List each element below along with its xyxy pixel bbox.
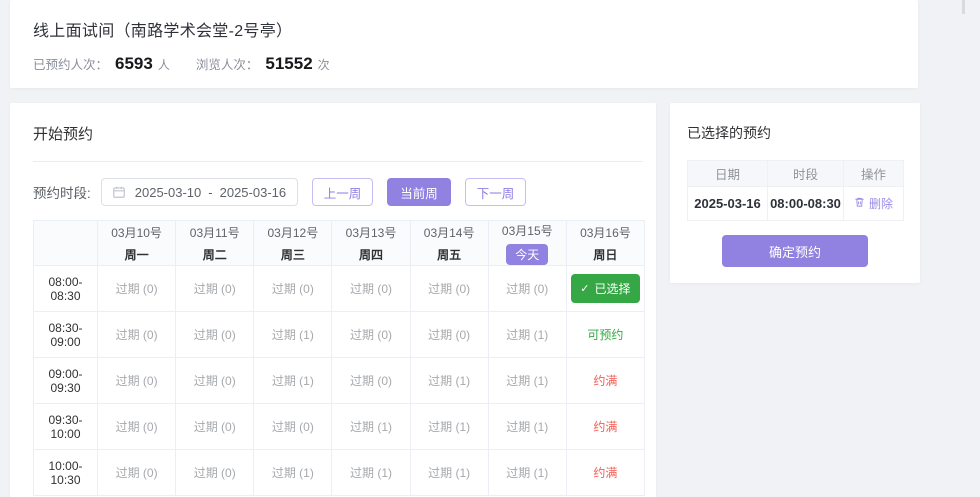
selected-reservations-table: 日期 时段 操作 2025-03-16 08:00-08:30 删除 (687, 160, 904, 221)
date-start: 2025-03-10 (135, 185, 202, 200)
week-header-row: 03月10号 周一 03月11号 周二 03月12号 周三 03月13号 周四 … (34, 221, 645, 266)
day-header-sun: 03月16号 周日 (566, 221, 644, 266)
divider (33, 161, 643, 162)
filter-row: 预约时段: 2025-03-10 - 2025-03-16 上一周 当前周 下一… (33, 178, 656, 206)
table-row: 09:30-10:00 过期 (0) 过期 (0) 过期 (0) 过期 (1) … (34, 404, 645, 450)
table-row: 08:00-08:30 过期 (0) 过期 (0) 过期 (0) 过期 (0) … (34, 266, 645, 312)
slot-cell: 过期 (1) (488, 450, 566, 496)
view-count-label: 浏览人次： (196, 54, 259, 73)
slot-cell: 过期 (1) (410, 450, 488, 496)
slot-cell: 过期 (0) (488, 266, 566, 312)
reserved-count-label: 已预约人次： (33, 54, 108, 73)
today-badge: 今天 (506, 244, 548, 265)
selected-panel-title: 已选择的预约 (687, 123, 920, 143)
confirm-reservation-button[interactable]: 确定预约 (722, 235, 868, 267)
day-header-tue: 03月11号 周二 (176, 221, 254, 266)
table-row: 2025-03-16 08:00-08:30 删除 (688, 187, 904, 221)
slot-cell: 过期 (1) (332, 450, 410, 496)
slot-cell: 过期 (1) (254, 312, 332, 358)
slot-cell: 过期 (0) (176, 404, 254, 450)
reserved-count-value: 6593 (115, 54, 153, 74)
slot-cell: 过期 (0) (176, 450, 254, 496)
view-count-stat: 浏览人次： 51552 次 (196, 54, 330, 74)
day-header-mon: 03月10号 周一 (98, 221, 176, 266)
slot-cell: 过期 (0) (98, 312, 176, 358)
slot-cell: ✓ 已选择 (566, 266, 644, 312)
reserved-count-stat: 已预约人次： 6593 人 (33, 54, 170, 74)
full-slot-cell: 约满 (566, 404, 644, 450)
selected-slot-button[interactable]: ✓ 已选择 (571, 274, 639, 303)
selected-date-cell: 2025-03-16 (688, 187, 768, 221)
date-column-header: 日期 (688, 161, 768, 187)
day-header-wed: 03月12号 周三 (254, 221, 332, 266)
selected-header-row: 日期 时段 操作 (688, 161, 904, 187)
slot-cell: 过期 (1) (488, 312, 566, 358)
next-week-button[interactable]: 下一周 (465, 178, 527, 206)
slot-cell: 过期 (0) (176, 266, 254, 312)
slot-cell: 过期 (0) (254, 266, 332, 312)
day-header-thu: 03月13号 周四 (332, 221, 410, 266)
date-separator: - (208, 185, 212, 200)
current-week-button[interactable]: 当前周 (387, 178, 451, 206)
slot-cell: 过期 (1) (410, 404, 488, 450)
time-slot-label: 10:00-10:30 (34, 450, 98, 496)
slot-cell: 过期 (0) (98, 358, 176, 404)
time-slot-label: 09:00-09:30 (34, 358, 98, 404)
calendar-icon (112, 185, 126, 199)
period-label: 预约时段: (33, 182, 91, 202)
full-slot-cell: 约满 (566, 358, 644, 404)
slot-cell: 过期 (0) (332, 266, 410, 312)
booking-card: 开始预约 预约时段: 2025-03-10 - 2025-03-16 上一周 当… (10, 103, 656, 497)
slot-cell: 过期 (0) (254, 404, 332, 450)
slot-cell: 过期 (0) (410, 312, 488, 358)
time-slot-label: 09:30-10:00 (34, 404, 98, 450)
page-title: 线上面试间（南路学术会堂-2号亭） (33, 17, 918, 41)
slot-cell: 过期 (0) (176, 358, 254, 404)
slot-cell: 过期 (0) (98, 266, 176, 312)
slot-cell: 过期 (1) (488, 358, 566, 404)
table-row: 10:00-10:30 过期 (0) 过期 (0) 过期 (1) 过期 (1) … (34, 450, 645, 496)
date-end: 2025-03-16 (220, 185, 287, 200)
time-slot-label: 08:00-08:30 (34, 266, 98, 312)
selected-reservations-card: 已选择的预约 日期 时段 操作 2025-03-16 08:00-08:30 (670, 103, 920, 283)
date-range-input[interactable]: 2025-03-10 - 2025-03-16 (101, 178, 298, 206)
slot-cell: 过期 (0) (332, 358, 410, 404)
selected-action-cell: 删除 (844, 187, 904, 221)
booking-section-title: 开始预约 (33, 123, 656, 144)
time-column-header (34, 221, 98, 266)
day-header-today: 03月15号 今天 (488, 221, 566, 266)
slot-cell: 过期 (0) (410, 266, 488, 312)
time-column-header: 时段 (768, 161, 844, 187)
prev-week-button[interactable]: 上一周 (312, 178, 374, 206)
day-header-fri: 03月14号 周五 (410, 221, 488, 266)
view-count-value: 51552 (265, 54, 312, 74)
check-icon: ✓ (580, 282, 589, 295)
scrollbar[interactable] (962, 0, 965, 14)
view-count-unit: 次 (318, 56, 330, 73)
selected-time-cell: 08:00-08:30 (768, 187, 844, 221)
slot-cell: 过期 (1) (488, 404, 566, 450)
slot-cell: 过期 (0) (98, 450, 176, 496)
slot-cell: 过期 (0) (98, 404, 176, 450)
table-row: 09:00-09:30 过期 (0) 过期 (0) 过期 (1) 过期 (0) … (34, 358, 645, 404)
week-slot-table: 03月10号 周一 03月11号 周二 03月12号 周三 03月13号 周四 … (33, 220, 645, 496)
slot-cell: 过期 (1) (254, 450, 332, 496)
available-slot-cell[interactable]: 可预约 (566, 312, 644, 358)
slot-cell: 过期 (0) (176, 312, 254, 358)
delete-label: 删除 (869, 195, 893, 212)
slot-cell: 过期 (1) (332, 404, 410, 450)
slot-cell: 过期 (1) (410, 358, 488, 404)
selected-slot-label: 已选择 (595, 280, 631, 297)
table-row: 08:30-09:00 过期 (0) 过期 (0) 过期 (1) 过期 (0) … (34, 312, 645, 358)
stats-row: 已预约人次： 6593 人 浏览人次： 51552 次 (33, 54, 918, 74)
slot-cell: 过期 (1) (254, 358, 332, 404)
reserved-count-unit: 人 (158, 56, 170, 73)
full-slot-cell: 约满 (566, 450, 644, 496)
delete-link[interactable]: 删除 (854, 195, 893, 212)
action-column-header: 操作 (844, 161, 904, 187)
trash-icon (854, 196, 865, 211)
room-header-card: 线上面试间（南路学术会堂-2号亭） 已预约人次： 6593 人 浏览人次： 51… (10, 0, 918, 88)
time-slot-label: 08:30-09:00 (34, 312, 98, 358)
slot-cell: 过期 (0) (332, 312, 410, 358)
